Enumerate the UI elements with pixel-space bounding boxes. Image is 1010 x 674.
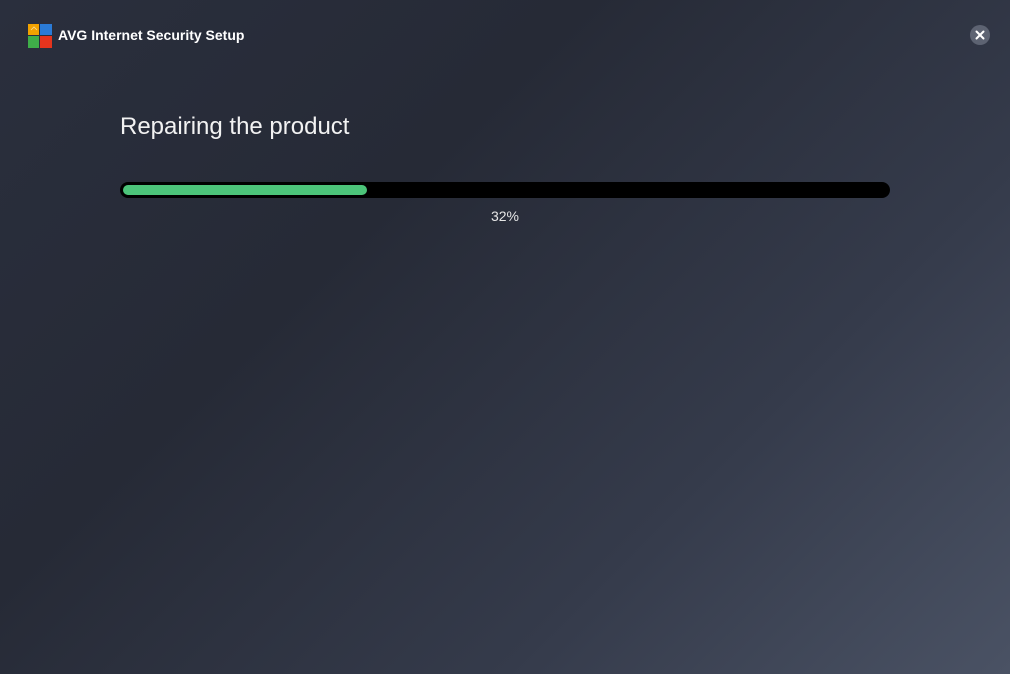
setup-window: AVG Internet Security Setup Repairing th… (0, 0, 1010, 674)
title-bar: AVG Internet Security Setup (0, 0, 1010, 70)
close-button[interactable] (970, 25, 990, 45)
app-title: AVG Internet Security Setup (58, 27, 245, 43)
progress-percent-label: 32% (490, 208, 520, 224)
progress-bar-fill (123, 185, 367, 195)
progress-bar (120, 182, 890, 198)
close-icon (975, 30, 985, 40)
page-heading: Repairing the product (120, 113, 350, 140)
avg-logo-icon (28, 24, 52, 48)
